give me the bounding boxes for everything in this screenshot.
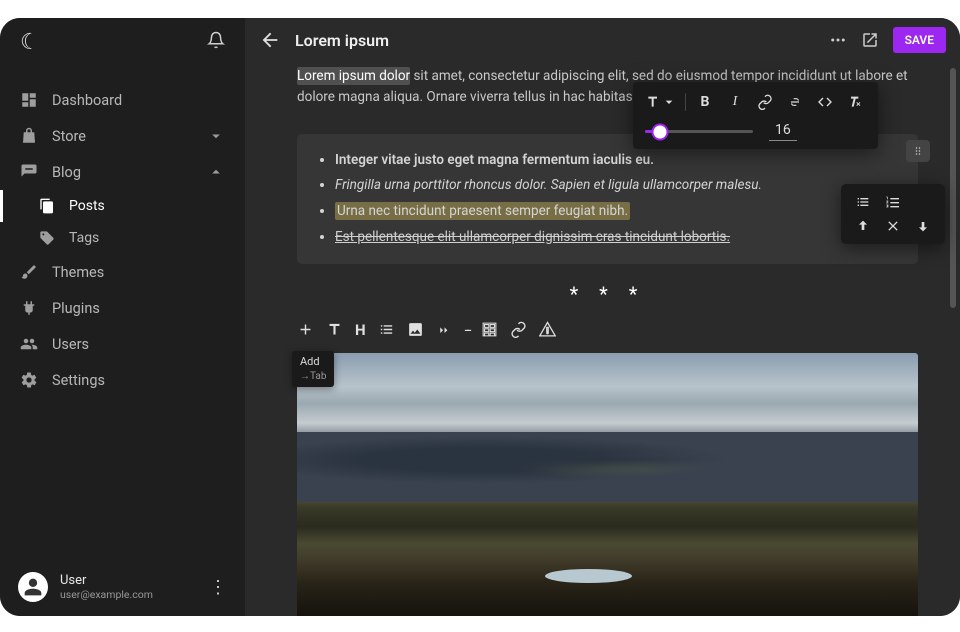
back-button[interactable] [259,29,281,51]
sidebar-item-label: Users [52,336,89,353]
top-actions: SAVE [829,27,946,53]
divider-stars: * * * [297,282,918,306]
code-button[interactable] [812,90,838,114]
more-horizontal-icon[interactable] [829,31,847,49]
chevron-up-icon [207,163,225,181]
posts-icon [39,198,55,214]
slider-thumb[interactable] [654,125,667,138]
block-toolbar: H -- [297,314,918,345]
italic-button[interactable]: I [722,90,748,114]
themes-icon [20,263,38,281]
sidebar-footer: User user@example.com ⋮ [0,558,245,616]
tooltip-hint: →Tab [300,370,326,384]
page-title: Lorem ipsum [295,31,815,50]
user-menu-icon[interactable]: ⋮ [209,577,227,598]
list-block-icon[interactable] [378,321,395,338]
quote-block-icon[interactable] [436,321,453,338]
image-block-icon[interactable] [407,321,424,338]
blog-icon [20,163,38,181]
sidebar-item-label: Tags [69,230,99,246]
plugins-icon [20,299,38,317]
scrollbar[interactable] [950,68,956,606]
list-item[interactable]: Urna nec tincidunt praesent semper feugi… [335,199,898,225]
chevron-down-icon [207,127,225,145]
content-image[interactable] [297,353,918,616]
main: Lorem ipsum SAVE Lorem ipsum dolor sit a… [245,18,960,616]
users-icon [20,335,38,353]
text-style-dropdown[interactable] [643,90,679,114]
sidebar-item-plugins[interactable]: Plugins [0,290,245,326]
scrollbar-thumb[interactable] [950,68,956,308]
image-block[interactable]: Add →Tab [297,353,918,616]
sidebar-item-users[interactable]: Users [0,326,245,362]
sidebar-item-dashboard[interactable]: Dashboard [0,82,245,118]
format-popup: B I 16 [633,82,878,149]
app-frame: ☾ Dashboard Store Blog [0,18,960,616]
open-external-icon[interactable] [861,31,879,49]
topbar: Lorem ipsum SAVE [245,18,960,62]
strike-text: Est pellentesque elit ullamcorper dignis… [335,229,730,245]
warning-block-icon[interactable] [539,321,556,338]
list-item[interactable]: Est pellentesque elit ullamcorper dignis… [335,225,898,251]
avatar[interactable] [18,572,48,602]
divider-block-icon[interactable]: -- [465,320,470,339]
ordered-list-icon[interactable] [885,194,901,210]
subnav-item-tags[interactable]: Tags [0,222,245,254]
strikethrough-button[interactable] [782,90,808,114]
drag-handle-icon[interactable] [906,140,930,162]
font-size-value[interactable]: 16 [769,122,797,141]
store-icon [20,127,38,145]
sidebar-item-label: Posts [69,198,105,214]
separator [685,93,686,111]
list-block[interactable]: Integer vitae justo eget magna fermentum… [297,134,918,265]
settings-icon [20,371,38,389]
clear-format-button[interactable] [842,90,868,114]
subnav-item-posts[interactable]: Posts [0,190,245,222]
sidebar-nav: Dashboard Store Blog Posts Tags [0,66,245,558]
sidebar-item-label: Themes [52,264,104,281]
heading-block-icon[interactable]: H [355,321,366,339]
sidebar-item-blog[interactable]: Blog [0,154,245,190]
notifications-bell-icon[interactable] [207,31,225,54]
font-size-slider[interactable] [645,130,753,133]
sidebar: ☾ Dashboard Store Blog [0,18,245,616]
add-block-button[interactable] [297,321,314,338]
list-format-popup [841,184,945,244]
text-block-icon[interactable] [326,321,343,338]
save-button[interactable]: SAVE [893,27,946,53]
unordered-list-icon[interactable] [855,194,871,210]
sidebar-item-label: Plugins [52,300,100,317]
close-icon[interactable] [885,218,901,234]
list-item[interactable]: Integer vitae justo eget magna fermentum… [335,148,898,174]
list-item[interactable]: Fringilla urna porttitor rhoncus dolor. … [335,173,898,199]
link-button[interactable] [752,90,778,114]
user-email: user@example.com [60,588,197,601]
blog-subnav: Posts Tags [0,190,245,254]
user-name: User [60,573,197,588]
move-down-icon[interactable] [915,218,931,234]
link-block-icon[interactable] [510,321,527,338]
sidebar-item-store[interactable]: Store [0,118,245,154]
bold-button[interactable]: B [692,90,718,114]
sidebar-item-settings[interactable]: Settings [0,362,245,398]
sidebar-item-label: Blog [52,164,81,181]
sidebar-item-label: Dashboard [52,92,122,109]
sidebar-header: ☾ [0,18,245,66]
user-info: User user@example.com [60,573,197,601]
add-tooltip: Add →Tab [292,351,334,386]
dashboard-icon [20,91,38,109]
table-block-icon[interactable] [481,321,498,338]
selected-text: Lorem ipsum dolor [297,67,410,85]
logo-icon[interactable]: ☾ [20,30,40,55]
sidebar-item-label: Store [52,128,86,145]
tooltip-title: Add [300,355,320,368]
sidebar-item-themes[interactable]: Themes [0,254,245,290]
move-up-icon[interactable] [855,218,871,234]
sidebar-item-label: Settings [52,372,105,389]
highlighted-text: Urna nec tincidunt praesent semper feugi… [335,202,630,220]
tags-icon [39,230,55,246]
